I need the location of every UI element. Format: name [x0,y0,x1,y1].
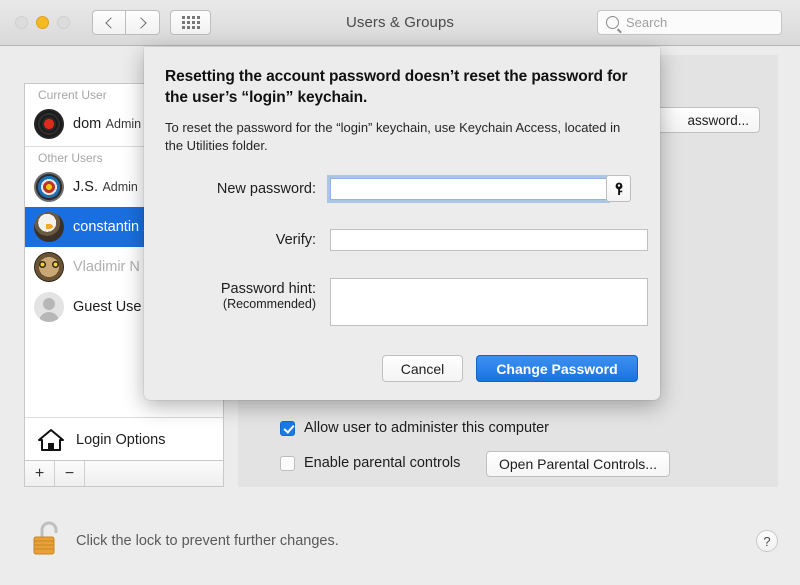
login-options-label: Login Options [76,431,166,448]
vinyl-record-avatar-icon [34,109,64,139]
user-name: Guest Use [73,299,142,315]
window-bottom-bar: Click the lock to prevent further change… [0,498,800,585]
password-hint-row: Password hint: (Recommended) [168,278,648,326]
cancel-button[interactable]: Cancel [382,355,463,382]
verify-input[interactable] [330,229,648,251]
lock-button[interactable] [30,517,66,559]
allow-admin-label: Allow user to administer this computer [304,420,549,436]
parental-controls-label: Enable parental controls [304,455,461,471]
password-hint-sublabel: (Recommended) [222,297,316,311]
sidebar-toolbar: + − [25,460,223,486]
user-name: dom [73,116,102,132]
search-field[interactable]: Search [597,10,782,35]
new-password-label: New password: [216,181,316,197]
user-name: J.S. [73,179,98,195]
allow-admin-row[interactable]: Allow user to administer this computer [280,420,549,436]
reset-password-sheet: Resetting the account password doesn’t r… [144,47,660,400]
remove-user-button[interactable]: − [55,461,85,486]
sheet-title: Resetting the account password doesn’t r… [165,68,628,106]
guest-silhouette-avatar-icon [34,292,64,322]
search-icon [606,16,619,29]
owl-avatar-icon [34,252,64,282]
user-role: Admin [102,180,138,194]
unlocked-padlock-icon [33,521,58,555]
password-hint-label: Password hint: (Recommended) [168,278,316,311]
reset-password-button[interactable]: assword... [648,107,760,133]
open-parental-controls-button[interactable]: Open Parental Controls... [486,451,670,477]
sheet-button-row: Cancel Change Password [382,355,638,382]
eagle-avatar-icon [34,212,64,242]
help-button[interactable]: ? [756,530,778,552]
new-password-input[interactable] [330,178,607,200]
parental-controls-row[interactable]: Enable parental controls [280,455,460,471]
sidebar-item-login-options[interactable]: Login Options [25,417,223,461]
user-name: Vladimir N [73,259,140,275]
house-icon [38,428,64,451]
change-password-button[interactable]: Change Password [476,355,638,382]
password-hint-input[interactable] [330,278,648,326]
sheet-body-text: To reset the password for the “login” ke… [165,120,621,154]
password-assistant-button[interactable] [606,175,631,202]
user-role: Admin [105,117,142,131]
verify-row: Verify: [168,229,648,251]
user-name: constantin [73,219,140,235]
verify-label: Verify: [275,232,316,248]
target-avatar-icon [34,172,64,202]
new-password-row: New password: [168,178,607,200]
search-placeholder: Search [626,15,668,30]
add-user-button[interactable]: + [25,461,55,486]
parental-controls-checkbox[interactable] [280,455,295,471]
lock-note-text: Click the lock to prevent further change… [76,533,339,549]
key-icon [615,182,622,195]
window-titlebar: Users & Groups Search [0,0,800,46]
users-and-groups-window: Users & Groups Search assword... Allow u… [0,0,800,585]
password-hint-label-main: Password hint: [220,281,316,297]
allow-admin-checkbox[interactable] [280,420,295,436]
